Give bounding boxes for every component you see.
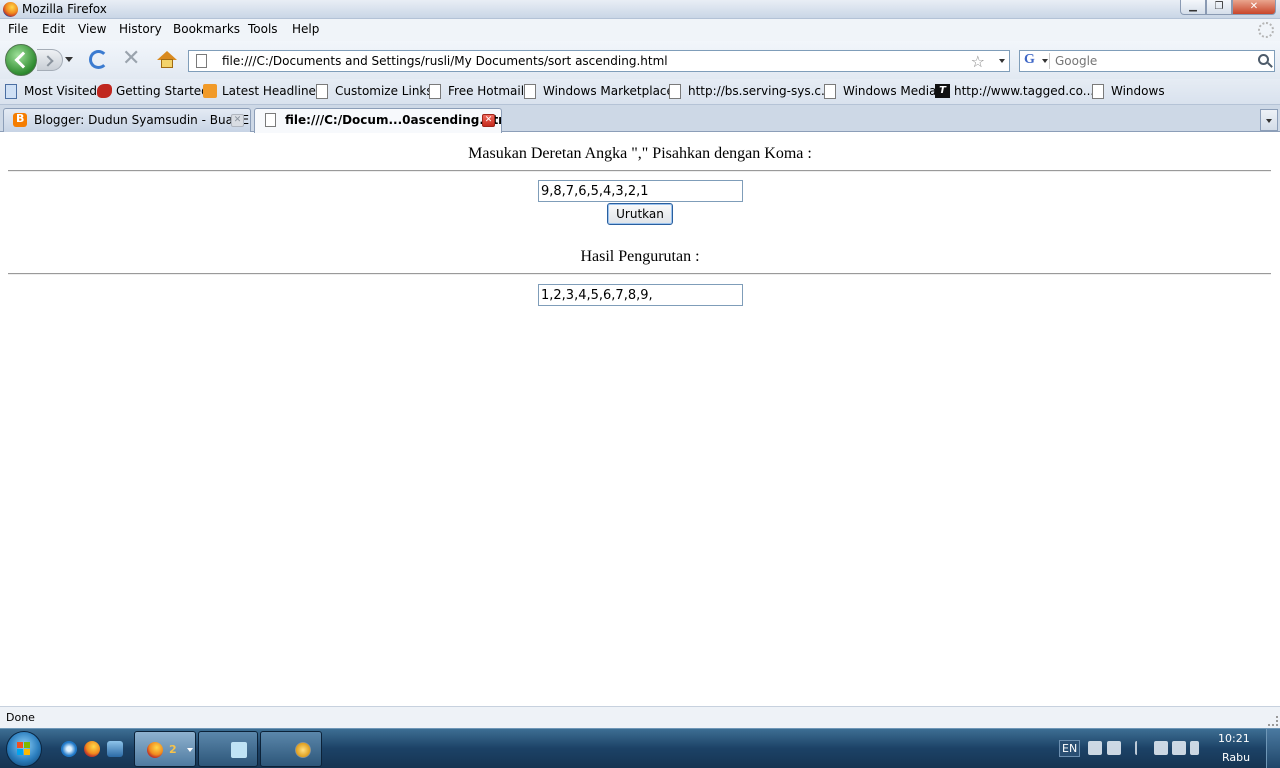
- rss-icon: [203, 84, 217, 98]
- bookmark-free-hotmail[interactable]: Free Hotmail: [429, 84, 524, 99]
- divider: [8, 273, 1271, 275]
- battery-icon[interactable]: [1190, 741, 1199, 755]
- page-content: Masukan Deretan Angka "," Pisahkan denga…: [0, 133, 1280, 706]
- bookmark-most-visited[interactable]: Most Visited: [5, 84, 97, 99]
- tab-close-icon[interactable]: ✕: [231, 114, 244, 127]
- divider: [8, 170, 1271, 172]
- url-input[interactable]: [222, 53, 962, 69]
- app-icon: [295, 742, 311, 758]
- search-engine-selector[interactable]: G: [1022, 52, 1050, 69]
- blogger-icon: [13, 112, 27, 127]
- title-bar: Mozilla Firefox ▁ ❐ ✕: [0, 0, 1280, 19]
- page-icon: [429, 84, 441, 99]
- window-count: 2: [169, 743, 177, 756]
- language-indicator[interactable]: EN: [1059, 740, 1081, 757]
- bookmark-latest-headlines[interactable]: Latest Headlines: [203, 84, 322, 98]
- pen-input-icon[interactable]: [1107, 741, 1121, 755]
- search-bar[interactable]: G: [1019, 50, 1275, 72]
- search-icon[interactable]: [1258, 54, 1269, 65]
- bookmarks-toolbar: Most Visited Getting Started Latest Head…: [0, 79, 1280, 105]
- notepad-icon: [231, 742, 247, 758]
- back-button[interactable]: [5, 44, 37, 76]
- bookmark-customize-links[interactable]: Customize Links: [316, 84, 433, 99]
- taskbar-notepad[interactable]: [198, 731, 258, 767]
- home-button[interactable]: [157, 51, 177, 69]
- menu-bar: File Edit View History Bookmarks Tools H…: [0, 19, 1280, 41]
- url-bar[interactable]: ☆: [188, 50, 1010, 72]
- clock-day[interactable]: Rabu: [1222, 751, 1250, 764]
- resize-grip-icon[interactable]: [1268, 716, 1278, 726]
- taskbar: 2 EN 10:21 Rabu: [0, 728, 1280, 768]
- stop-button[interactable]: ✕: [122, 48, 140, 70]
- menu-edit[interactable]: Edit: [42, 22, 65, 36]
- result-output[interactable]: [538, 284, 743, 306]
- tools-icon[interactable]: [1088, 741, 1102, 755]
- tray-expand-icon[interactable]: [1135, 741, 1143, 755]
- page-icon: [824, 84, 836, 99]
- tab-close-icon[interactable]: ✕: [482, 114, 495, 127]
- bookmark-windows-media[interactable]: Windows Media: [824, 84, 936, 99]
- firefox-icon: [147, 742, 163, 758]
- search-input[interactable]: [1055, 53, 1245, 69]
- reload-button[interactable]: [89, 50, 108, 69]
- page-icon: [316, 84, 328, 99]
- page-icon: [669, 84, 681, 99]
- bookmark-getting-started[interactable]: Getting Started: [97, 84, 209, 98]
- google-icon: G: [1024, 52, 1035, 67]
- page-icon: [1092, 84, 1104, 99]
- taskbar-app[interactable]: [260, 731, 322, 767]
- page-icon: [524, 84, 536, 99]
- firefox-quicklaunch-icon[interactable]: [84, 741, 100, 757]
- close-button[interactable]: ✕: [1232, 0, 1276, 15]
- menu-view[interactable]: View: [78, 22, 106, 36]
- maximize-button[interactable]: ❐: [1206, 0, 1232, 15]
- window-controls: ▁ ❐ ✕: [1180, 0, 1276, 16]
- firefox-icon: [97, 84, 112, 98]
- signal-icon[interactable]: [1154, 741, 1168, 755]
- windows-logo-icon: [17, 742, 31, 756]
- page-icon: [265, 113, 276, 127]
- history-dropdown-icon[interactable]: [65, 57, 73, 62]
- numbers-input[interactable]: [538, 180, 743, 202]
- status-text: Done: [6, 711, 35, 724]
- bookmark-windows[interactable]: Windows: [1092, 84, 1165, 99]
- menu-history[interactable]: History: [119, 22, 162, 36]
- firefox-icon: [3, 2, 18, 17]
- menu-file[interactable]: File: [8, 22, 28, 36]
- bookmark-tagged[interactable]: Thttp://www.tagged.co...: [935, 84, 1094, 98]
- system-tray: EN 10:21 Rabu: [1055, 729, 1280, 768]
- network-icon[interactable]: [1172, 741, 1186, 755]
- menu-tools[interactable]: Tools: [248, 22, 278, 36]
- url-dropdown-icon[interactable]: [999, 59, 1005, 63]
- start-button[interactable]: [6, 731, 42, 767]
- clock-time[interactable]: 10:21: [1218, 732, 1250, 745]
- bookmark-serving-sys[interactable]: http://bs.serving-sys.c...: [669, 84, 832, 99]
- tab-bar: Blogger: Dudun Syamsudin - Buat E... ✕ f…: [0, 105, 1280, 133]
- tab-blogger[interactable]: Blogger: Dudun Syamsudin - Buat E... ✕: [3, 108, 251, 132]
- taskbar-firefox-group[interactable]: 2: [134, 731, 196, 767]
- list-all-tabs-button[interactable]: [1260, 109, 1278, 131]
- input-heading: Masukan Deretan Angka "," Pisahkan denga…: [468, 145, 812, 162]
- status-bar: Done: [0, 706, 1280, 728]
- page-icon: [196, 54, 207, 68]
- navigation-toolbar: ✕ ☆ G: [0, 41, 1280, 79]
- menu-bookmarks[interactable]: Bookmarks: [173, 22, 240, 36]
- activity-throbber-icon: [1258, 22, 1274, 38]
- show-desktop-button[interactable]: [1266, 729, 1280, 768]
- forward-button[interactable]: [37, 49, 63, 71]
- bookmark-star-icon[interactable]: ☆: [971, 52, 985, 71]
- smart-folder-icon: [5, 84, 17, 99]
- window-title: Mozilla Firefox: [22, 2, 107, 16]
- group-dropdown-icon: [187, 748, 193, 752]
- sort-button[interactable]: Urutkan: [607, 203, 673, 225]
- show-desktop-icon[interactable]: [107, 741, 123, 757]
- result-heading: Hasil Pengurutan :: [580, 248, 700, 265]
- tagged-icon: T: [935, 84, 950, 98]
- internet-explorer-icon[interactable]: [61, 741, 77, 757]
- bookmark-windows-marketplace[interactable]: Windows Marketplace: [524, 84, 674, 99]
- minimize-button[interactable]: ▁: [1180, 0, 1206, 15]
- menu-help[interactable]: Help: [292, 22, 319, 36]
- tab-sort-ascending[interactable]: file:///C:/Docum...0ascending.html ✕: [254, 108, 502, 133]
